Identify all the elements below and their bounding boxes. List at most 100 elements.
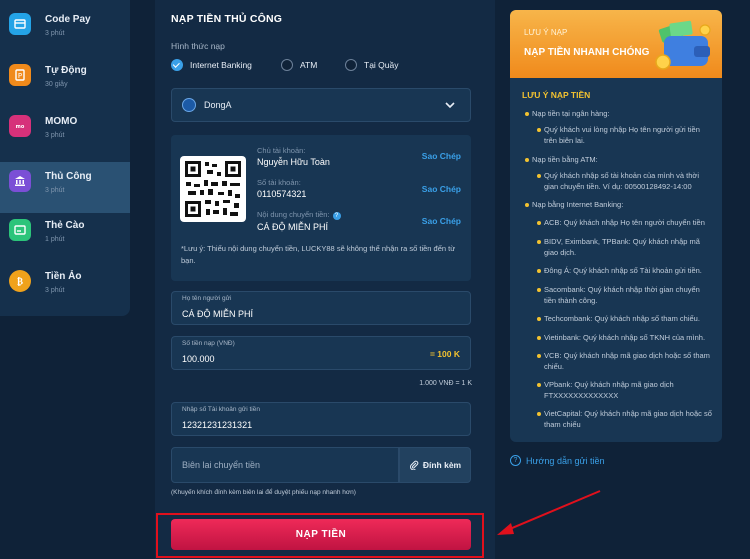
field-value: 100.000 [182,354,215,364]
card-icon [9,219,31,241]
notice-item: Nạp tiền tại ngân hàng: [525,108,712,119]
sidebar-item-code-pay[interactable]: Code Pay 3 phút [0,5,130,56]
notice-item-text: ACB: Quý khách nhập Họ tên người chuyển … [544,218,705,227]
code-pay-icon [9,13,31,35]
copy-holder-button[interactable]: Sao Chép [422,151,461,161]
sidebar-item-momo[interactable]: mo MOMO 3 phút [0,107,130,158]
notice-item: Sacombank: Quý khách nhập thời gian chuy… [537,284,714,306]
notice-title: LƯU Ý NẠP TIỀN [522,90,591,100]
sidebar-item-label: Code Pay [45,14,91,25]
copy-content-button[interactable]: Sao Chép [422,216,461,226]
radio-label: ATM [300,60,318,70]
radio-label: Tại Quầy [364,60,399,70]
sidebar-item-label: Tiền Ảo [45,271,82,282]
notice-item-text: Quý khách vui lòng nhập Họ tên người gửi… [544,125,700,146]
notice-item-text: VCB: Quý khách nhập mã giao dịch hoặc số… [544,351,710,372]
paperclip-icon [409,460,419,470]
guide-label: Hướng dẫn gửi tiền [526,455,605,466]
svg-text:mo: mo [16,124,25,130]
method-label: Hình thức nạp [171,41,225,51]
notice-item: Nạp bằng Internet Banking: [525,199,712,210]
sidebar-item-time: 3 phút [45,30,65,37]
sidebar-item-label: Tự Động [45,65,87,76]
sidebar-item-time: 1 phút [45,236,65,243]
sidebar-item-time: 3 phút [45,287,65,294]
svg-text:P: P [18,72,22,80]
sidebar-item-time: 3 phút [45,187,65,194]
radio-unchecked-icon [345,59,357,71]
notice-item-text: Nạp bằng Internet Banking: [532,200,624,209]
attach-label: Đính kèm [422,460,462,470]
sidebar-item-label: MOMO [45,116,78,127]
amount-equivalent: = 100 K [429,349,460,359]
deposit-guide-link[interactable]: ? Hướng dẫn gửi tiền [510,455,605,466]
notice-item: ACB: Quý khách nhập Họ tên người chuyển … [537,217,714,228]
bank-account-card: Chủ tài khoản: Nguyễn Hữu Toàn Sao Chép … [171,135,471,281]
bank-select[interactable]: DongA [171,88,471,122]
page-title: NẠP TIỀN THỦ CÔNG [171,13,283,25]
notice-item-text: Nạp tiền bằng ATM: [532,155,598,164]
transfer-content-label: Nội dung chuyển tiền:? [257,210,341,220]
sidebar-item-scratch-card[interactable]: Thẻ Cào 1 phút [0,211,130,262]
method-counter-radio[interactable]: Tại Quầy [345,59,399,71]
chevron-down-icon [445,102,455,109]
sidebar-item-crypto[interactable]: ₿ Tiền Ảo 3 phút [0,262,130,313]
radio-unchecked-icon [281,59,293,71]
wallet-icon [655,20,711,70]
bank-select-value: DongA [204,100,232,110]
notice-item: Vietinbank: Quý khách nhập số TKNH của m… [537,332,714,343]
transfer-content-label-text: Nội dung chuyển tiền: [257,210,330,219]
svg-text:₿: ₿ [17,277,23,288]
notice-banner: LƯU Ý NẠP NẠP TIỀN NHANH CHÓNG [510,10,722,78]
radio-checked-icon [171,59,183,71]
notice-item-text: Techcombank: Quý khách nhập số tham chiế… [544,314,700,323]
copy-account-number-button[interactable]: Sao Chép [422,184,461,194]
field-label: Nhập số Tài khoản gửi tiền [182,406,260,413]
notice-item-text: Đông Á: Quý khách nhập số Tài khoản gửi … [544,266,702,275]
deposit-notice-panel: LƯU Ý NẠP NẠP TIỀN NHANH CHÓNG LƯU Ý NẠP… [510,10,722,442]
auto-pay-icon: P [9,64,31,86]
holder-label: Chủ tài khoản: [257,146,306,155]
notice-item: VietCapital: Quý khách nhập mã giao dịch… [537,408,714,430]
exchange-rate: 1.000 VNĐ = 1 K [419,380,472,387]
sidebar-item-manual[interactable]: Thủ Công 3 phút [0,162,130,213]
submit-highlight-box [156,513,484,558]
help-icon[interactable]: ? [332,212,341,220]
receipt-input[interactable]: Biên lai chuyển tiền [171,447,399,483]
sender-name-field[interactable]: Họ tên người gửi CÁ ĐỘ MIỄN PHÍ [171,291,471,325]
method-atm-radio[interactable]: ATM [281,59,317,71]
field-label: Số tiền nạp (VNĐ) [182,340,235,347]
banner-title: NẠP TIỀN NHANH CHÓNG [524,47,650,58]
notice-item-text: BIDV, Eximbank, TPBank: Quý khách nhập m… [544,237,700,258]
holder-value: Nguyễn Hữu Toàn [257,157,330,167]
account-number-label: Số tài khoản: [257,178,301,187]
sidebar-item-time: 3 phút [45,132,65,139]
amount-field[interactable]: Số tiền nạp (VNĐ) 100.000 = 100 K [171,336,471,370]
transfer-content-value: CÁ ĐỘ MIỄN PHÍ [257,222,329,232]
sidebar-item-auto[interactable]: P Tự Động 30 giây [0,56,130,107]
notice-item-text: VietCapital: Quý khách nhập mã giao dịch… [544,409,712,430]
deposit-form-panel: NẠP TIỀN THỦ CÔNG Hình thức nạp Internet… [155,0,495,559]
notice-item-text: Nạp tiền tại ngân hàng: [532,109,610,118]
account-number-value: 0110574321 [257,189,307,199]
receipt-placeholder: Biên lai chuyển tiền [182,460,261,470]
qr-code-icon [180,156,246,222]
banner-small-text: LƯU Ý NẠP [524,28,568,37]
notice-item-text: Quý khách nhập số tài khoản của mình và … [544,171,700,192]
sender-account-field[interactable]: Nhập số Tài khoản gửi tiền 1232123123132… [171,402,471,436]
field-value: 12321231231321 [182,420,253,430]
notice-item-text: VPbank: Quý khách nhập mã giao dịch FTXX… [544,380,674,401]
transfer-note: *Lưu ý: Thiếu nội dung chuyển tiền, LUCK… [181,244,456,265]
field-label: Họ tên người gửi [182,295,232,302]
sidebar-item-label: Thẻ Cào [45,220,85,231]
bank-icon [9,170,31,192]
bitcoin-icon: ₿ [9,270,31,292]
notice-item: BIDV, Eximbank, TPBank: Quý khách nhập m… [537,236,714,258]
sidebar-item-time: 30 giây [45,81,68,88]
attach-button[interactable]: Đính kèm [399,447,471,483]
method-internet-banking-radio[interactable]: Internet Banking [171,59,252,71]
field-value: CÁ ĐỘ MIỄN PHÍ [182,309,254,319]
notice-item-text: Sacombank: Quý khách nhập thời gian chuy… [544,285,700,306]
notice-item: Techcombank: Quý khách nhập số tham chiế… [537,313,714,324]
receipt-hint: (Khuyến khích đính kèm biên lai để duyệt… [171,489,356,496]
